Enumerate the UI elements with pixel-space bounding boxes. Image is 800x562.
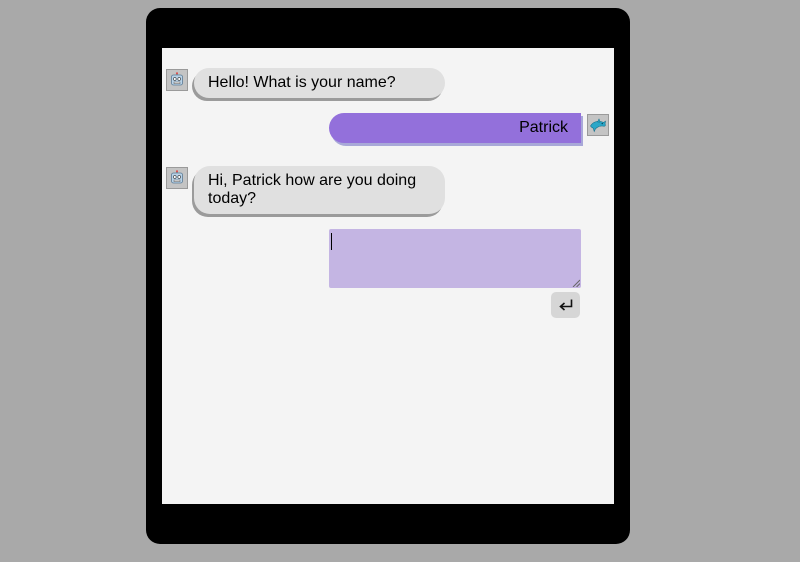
reply-input[interactable]: [329, 229, 581, 288]
message-text: Patrick: [519, 119, 568, 136]
bot-avatar: [166, 167, 188, 189]
robot-icon: [171, 72, 183, 86]
resize-grip-icon[interactable]: [572, 279, 580, 287]
message-text: Hi, Patrick how are you doing today?: [208, 172, 417, 207]
user-message: Patrick: [329, 113, 581, 143]
message-text: Hello! What is your name?: [208, 74, 396, 91]
return-arrow-icon: [558, 299, 572, 311]
user-avatar: [587, 114, 609, 136]
text-caret: [331, 233, 332, 250]
bot-message: Hello! What is your name?: [194, 68, 445, 98]
bot-avatar: [166, 69, 188, 91]
send-button[interactable]: [551, 292, 580, 318]
robot-icon: [171, 170, 183, 184]
bot-message: Hi, Patrick how are you doing today?: [194, 166, 445, 214]
dolphin-icon: [590, 118, 606, 133]
